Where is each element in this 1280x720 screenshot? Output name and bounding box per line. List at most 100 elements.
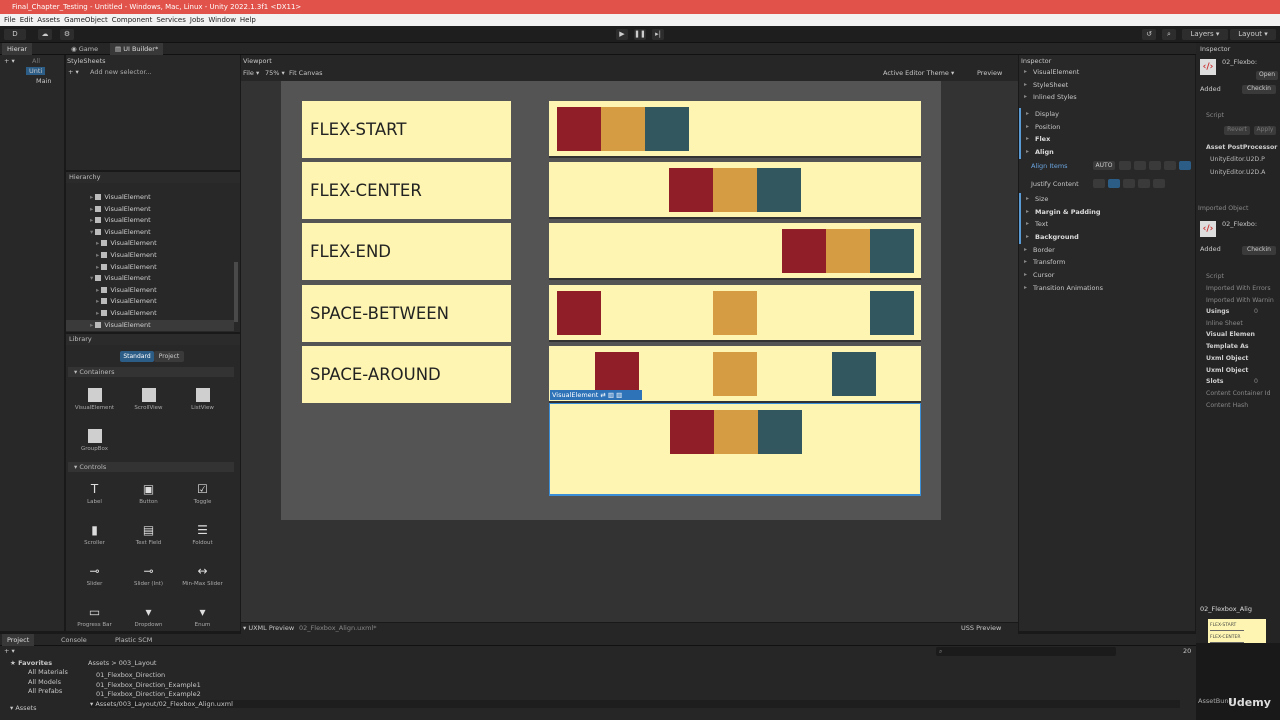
align-option-icon[interactable]	[1149, 160, 1161, 170]
menu-item-help[interactable]: Help	[240, 16, 256, 24]
flex-row[interactable]	[549, 162, 921, 219]
file-item[interactable]: 01_Flexbox_Direction_Example2	[90, 690, 201, 700]
justify-option-icon[interactable]	[1093, 178, 1105, 188]
box-teal[interactable]	[645, 107, 689, 151]
library-item[interactable]: ↔ Min-Max Slider	[180, 564, 225, 587]
history-icon[interactable]: ↺	[1142, 29, 1156, 40]
menu-item-assets[interactable]: Assets	[37, 16, 60, 24]
inspector-section-margin-padding[interactable]: Margin & Padding	[1019, 205, 1195, 219]
add-icon[interactable]: + ▾	[4, 57, 15, 65]
selected-flex-row[interactable]	[549, 403, 921, 496]
box-orange[interactable]	[601, 107, 645, 151]
inspector-section-flex[interactable]: Flex	[1019, 133, 1195, 147]
justify-option-icon[interactable]	[1153, 178, 1165, 188]
library-item[interactable]: ☑ Toggle	[180, 482, 225, 505]
library-item[interactable]: ▾ Dropdown	[126, 605, 171, 628]
selected-element-tag[interactable]: VisualElement ⇄ ▥ ▥	[550, 390, 642, 400]
library-item[interactable]: ▮ Scroller	[72, 523, 117, 546]
hierarchy-item[interactable]: ▸ VisualElement	[66, 308, 234, 320]
library-item[interactable]: T Label	[72, 482, 117, 505]
hierarchy-item[interactable]: ▸ VisualElement	[66, 215, 234, 227]
inspector-section-size[interactable]: Size	[1019, 192, 1195, 206]
inspector-section-text[interactable]: Text	[1019, 218, 1195, 231]
scene-root[interactable]: Unti	[26, 67, 46, 75]
menu-item-file[interactable]: File	[4, 16, 16, 24]
menu-item-window[interactable]: Window	[208, 16, 236, 24]
hierarchy-item[interactable]: ▸ VisualElement	[66, 262, 234, 274]
box-red[interactable]	[669, 168, 713, 212]
main-camera-item[interactable]: Main	[36, 77, 52, 85]
library-item[interactable]: GroupBox	[72, 429, 117, 452]
project-search-field[interactable]: ⌕	[936, 647, 1116, 656]
add-selector-field[interactable]: Add new selector...	[90, 68, 152, 76]
inspector-section-align[interactable]: Align	[1019, 146, 1195, 159]
align-option-icon[interactable]	[1119, 160, 1131, 170]
library-item[interactable]: ScrollView	[126, 388, 171, 411]
hierarchy-scrollbar[interactable]	[234, 262, 238, 322]
inspector-section-border[interactable]: Border	[1019, 244, 1195, 257]
library-item[interactable]: VisualElement	[72, 388, 117, 411]
file-menu[interactable]: File ▾	[243, 69, 259, 77]
checkin-button-2[interactable]: Checkin	[1242, 246, 1276, 255]
library-item[interactable]: ⊸ Slider (Int)	[126, 564, 171, 587]
tab-project[interactable]: Project	[154, 351, 184, 362]
tab-game[interactable]: ◉ Game	[66, 43, 103, 55]
open-button[interactable]: Open	[1256, 71, 1278, 80]
search-icon[interactable]: ⌕	[1162, 29, 1176, 40]
tab-project[interactable]: Project	[2, 634, 35, 646]
library-item[interactable]: ListView	[180, 388, 225, 411]
box-orange[interactable]	[714, 410, 758, 454]
favorites-label[interactable]: ★ Favorites	[10, 659, 52, 667]
inspector-section-position[interactable]: Position	[1019, 120, 1195, 134]
box-teal[interactable]	[870, 229, 914, 273]
box-orange[interactable]	[713, 168, 757, 212]
box-red[interactable]	[557, 291, 601, 335]
justify-option-icon[interactable]	[1123, 178, 1135, 188]
hierarchy-item[interactable]: ▸ VisualElement	[66, 250, 234, 262]
box-red[interactable]	[557, 107, 601, 151]
hierarchy-item[interactable]: ▾ VisualElement	[66, 273, 234, 285]
tab-hierarchy[interactable]: Hierar	[2, 43, 33, 55]
library-item[interactable]: ▣ Button	[126, 482, 171, 505]
favorite-item[interactable]: All Materials	[28, 668, 68, 678]
align-option-icon[interactable]	[1134, 160, 1146, 170]
hierarchy-item[interactable]: ▸ VisualElement	[66, 204, 234, 216]
zoom-dropdown[interactable]: 75% ▾	[265, 69, 285, 77]
menu-item-edit[interactable]: Edit	[20, 16, 34, 24]
containers-section[interactable]: ▾ Containers	[68, 367, 234, 377]
flex-row[interactable]	[549, 285, 921, 342]
tab-standard[interactable]: Standard	[120, 351, 154, 362]
tab-ui-builder[interactable]: ▤ UI Builder*	[110, 43, 164, 55]
theme-dropdown[interactable]: Active Editor Theme ▾	[883, 69, 954, 77]
hierarchy-item[interactable]: ▸ VisualElement	[66, 192, 234, 204]
inspector-section-transition-animations[interactable]: Transition Animations	[1019, 282, 1195, 295]
justify-option-icon[interactable]	[1108, 178, 1120, 188]
tab-console[interactable]: Console	[56, 634, 92, 646]
file-item[interactable]: 01_Flexbox_Direction	[90, 671, 201, 681]
menu-item-services[interactable]: Services	[156, 16, 186, 24]
uxml-preview-toggle[interactable]: ▾ UXML Preview	[243, 624, 294, 632]
inspector-section-visualelement[interactable]: VisualElement	[1019, 66, 1195, 79]
box-orange[interactable]	[713, 291, 757, 335]
fit-canvas-button[interactable]: Fit Canvas	[289, 69, 323, 77]
inspector-section-display[interactable]: Display	[1019, 108, 1195, 121]
favorite-item[interactable]: All Prefabs	[28, 687, 68, 697]
checkin-button[interactable]: Checkin	[1242, 85, 1276, 94]
box-red[interactable]	[670, 410, 714, 454]
justify-option-icon[interactable]	[1138, 178, 1150, 188]
library-item[interactable]: ▾ Enum	[180, 605, 225, 628]
library-item[interactable]: ▤ Text Field	[126, 523, 171, 546]
assets-root[interactable]: ▾ Assets	[10, 704, 37, 712]
favorite-item[interactable]: All Models	[28, 678, 68, 688]
library-item[interactable]: ⊸ Slider	[72, 564, 117, 587]
flex-row[interactable]	[549, 223, 921, 280]
account-button[interactable]: D	[4, 29, 26, 40]
menu-item-component[interactable]: Component	[112, 16, 153, 24]
hierarchy-item[interactable]: ▸ VisualElement	[66, 319, 234, 332]
cloud-icon[interactable]: ☁	[38, 29, 52, 40]
box-orange[interactable]	[713, 352, 757, 396]
box-teal[interactable]	[758, 410, 802, 454]
library-item[interactable]: ▭ Progress Bar	[72, 605, 117, 628]
hierarchy-item[interactable]: ▾ VisualElement	[66, 227, 234, 239]
align-option-icon[interactable]	[1164, 160, 1176, 170]
